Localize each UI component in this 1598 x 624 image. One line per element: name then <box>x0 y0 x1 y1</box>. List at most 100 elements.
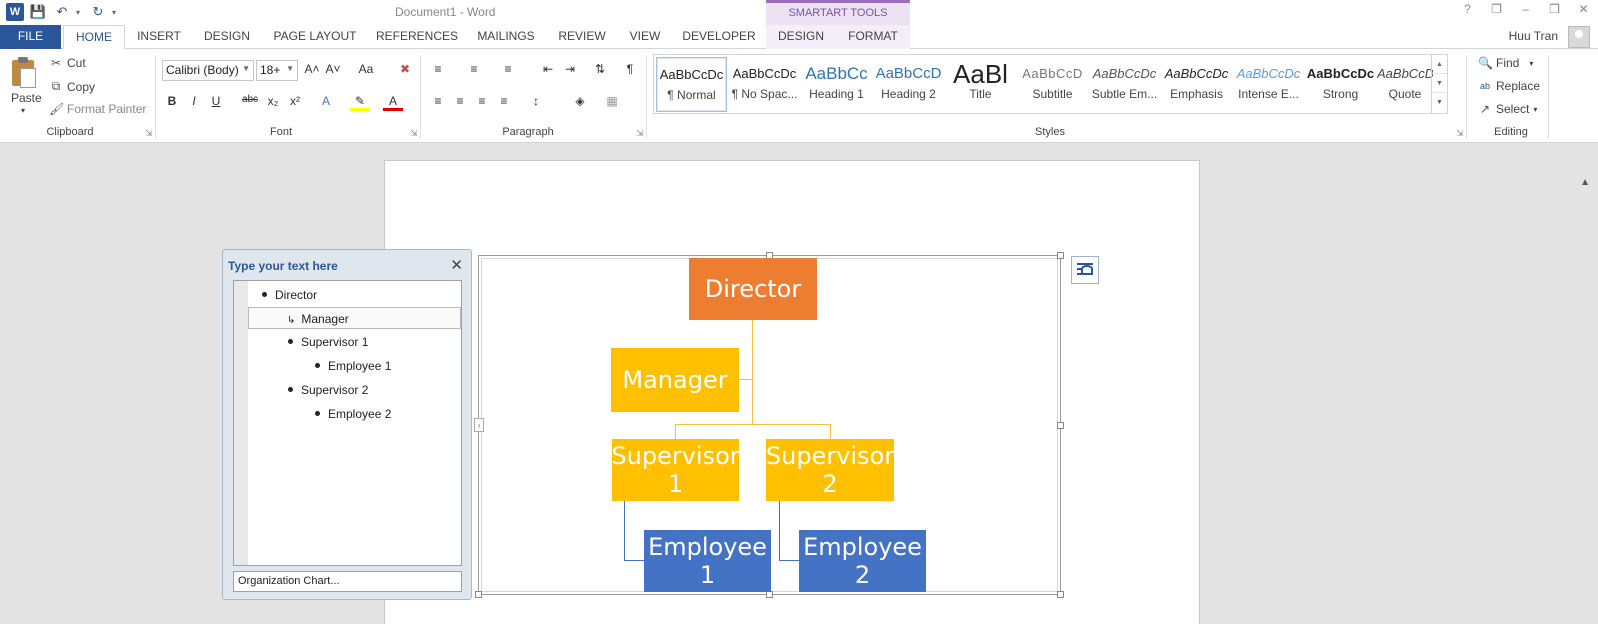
tab-design[interactable]: DESIGN <box>196 25 258 49</box>
scroll-down-icon[interactable]: ▼ <box>1432 74 1447 93</box>
style-title[interactable]: AaBl Title <box>945 57 1016 112</box>
italic-button[interactable]: I <box>184 94 204 108</box>
style-intense-emphasis[interactable]: AaBbCcDc Intense E... <box>1233 57 1304 112</box>
redo-icon[interactable]: ↻ <box>88 3 108 21</box>
font-family-select[interactable]: Calibri (Body) ▼ <box>162 60 254 81</box>
superscript-button[interactable]: x² <box>285 94 305 108</box>
tab-insert[interactable]: INSERT <box>131 25 187 49</box>
style-heading-2[interactable]: AaBbCcD Heading 2 <box>873 57 944 112</box>
word-logo-icon[interactable]: W <box>6 3 24 21</box>
undo-icon[interactable]: ↶ <box>52 3 72 21</box>
style-subtle-emphasis[interactable]: AaBbCcDc Subtle Em... <box>1089 57 1160 112</box>
undo-dropdown-icon[interactable]: ▾ <box>76 8 84 17</box>
align-right-icon[interactable]: ≡ <box>472 94 492 108</box>
close-window-icon[interactable]: ✕ <box>1569 2 1598 16</box>
node-employee-2[interactable]: Employee 2 <box>799 530 926 592</box>
borders-icon[interactable]: ▦ <box>602 94 622 108</box>
change-case-button[interactable]: Aa <box>352 62 380 76</box>
customize-qat-icon[interactable]: ▾ <box>112 8 120 17</box>
numbering-icon[interactable]: ≡ <box>464 62 484 76</box>
increase-indent-icon[interactable]: ⇥ <box>560 62 580 76</box>
copy-button[interactable]: ⧉ Copy <box>49 79 95 94</box>
list-item[interactable]: Employee 2 <box>248 403 461 425</box>
resize-handle-bottom[interactable] <box>766 591 773 598</box>
collapse-ribbon-icon[interactable]: ▲ <box>1580 177 1590 188</box>
paste-button[interactable]: Paste <box>11 91 42 105</box>
styles-launcher-icon[interactable]: ⇲ <box>1456 128 1464 139</box>
list-item[interactable]: Director <box>248 284 461 306</box>
align-left-icon[interactable]: ≡ <box>428 94 448 108</box>
grow-font-button[interactable]: A˄ <box>302 62 322 76</box>
clipboard-launcher-icon[interactable]: ⇲ <box>145 128 153 139</box>
font-color-button[interactable]: A <box>383 94 403 111</box>
styles-scroll[interactable]: ▲ ▼ ▼ <box>1431 55 1447 113</box>
find-button[interactable]: 🔍 Find ▾ <box>1478 56 1533 70</box>
style-heading-1[interactable]: AaBbCc Heading 1 <box>801 57 872 112</box>
sort-icon[interactable]: ⇅ <box>590 62 610 76</box>
clear-formatting-icon[interactable]: ✖ <box>395 62 415 76</box>
strikethrough-button[interactable]: abc <box>240 94 260 105</box>
subscript-button[interactable]: x₂ <box>263 94 283 108</box>
style-emphasis[interactable]: AaBbCcDc Emphasis <box>1161 57 1232 112</box>
list-item[interactable]: Supervisor 2 <box>248 379 461 401</box>
text-pane-list[interactable]: Director ↳ Manager Supervisor 1 Employee … <box>233 280 462 566</box>
line-spacing-icon[interactable]: ↕ <box>526 94 546 108</box>
shrink-font-button[interactable]: A˅ <box>323 62 343 76</box>
tab-file[interactable]: FILE <box>0 25 61 49</box>
text-pane-toggle-icon[interactable]: › <box>474 418 484 432</box>
tab-home[interactable]: HOME <box>63 25 125 49</box>
bold-button[interactable]: B <box>162 94 182 108</box>
node-supervisor-2[interactable]: Supervisor 2 <box>766 439 894 501</box>
decrease-indent-icon[interactable]: ⇤ <box>538 62 558 76</box>
tab-smartart-format[interactable]: FORMAT <box>836 25 910 49</box>
multilevel-list-icon[interactable]: ≡ <box>498 62 518 76</box>
style-no-spacing[interactable]: AaBbCcDc ¶ No Spac... <box>729 57 800 112</box>
tab-page-layout[interactable]: PAGE LAYOUT <box>268 25 362 49</box>
format-painter-button[interactable]: 🖌 Format Painter <box>49 102 146 116</box>
node-employee-1[interactable]: Employee 1 <box>644 530 771 592</box>
style-subtitle[interactable]: AaBbCcD Subtitle <box>1017 57 1088 112</box>
paste-dropdown-icon[interactable]: ▾ <box>21 106 25 115</box>
layout-options-icon[interactable] <box>1071 256 1099 284</box>
close-icon[interactable]: ✕ <box>450 256 463 274</box>
resize-handle-right[interactable] <box>1057 422 1064 429</box>
help-icon[interactable]: ? <box>1453 2 1482 16</box>
style-quote[interactable]: AaBbCcDcQuote <box>1377 57 1433 112</box>
paste-icon[interactable] <box>12 56 38 88</box>
restore-icon[interactable]: ❒ <box>1540 2 1569 16</box>
paragraph-launcher-icon[interactable]: ⇲ <box>636 128 644 139</box>
node-director[interactable]: Director <box>689 258 817 320</box>
tab-smartart-design[interactable]: DESIGN <box>766 25 836 49</box>
resize-handle-top-right[interactable] <box>1057 252 1064 259</box>
node-manager[interactable]: Manager <box>611 348 739 412</box>
replace-button[interactable]: ab Replace <box>1478 79 1540 93</box>
save-icon[interactable]: 💾 <box>28 3 48 21</box>
tab-mailings[interactable]: MAILINGS <box>470 25 542 49</box>
align-center-icon[interactable]: ≡ <box>450 94 470 108</box>
tab-references[interactable]: REFERENCES <box>372 25 462 49</box>
node-supervisor-1[interactable]: Supervisor 1 <box>611 439 740 501</box>
avatar[interactable] <box>1568 26 1590 48</box>
user-account[interactable]: Huu Tran <box>1509 29 1558 43</box>
shading-icon[interactable]: ◈ <box>570 94 590 108</box>
style-normal[interactable]: AaBbCcDc ¶ Normal <box>656 57 727 112</box>
list-item[interactable]: ↳ Manager <box>248 307 461 329</box>
list-item[interactable]: Employee 1 <box>248 355 461 377</box>
tab-developer[interactable]: DEVELOPER <box>678 25 760 49</box>
style-strong[interactable]: AaBbCcDc Strong <box>1305 57 1376 112</box>
resize-handle-bottom-left[interactable] <box>475 591 482 598</box>
select-button[interactable]: ↗ Select ▾ <box>1478 102 1537 116</box>
list-item[interactable]: Supervisor 1 <box>248 331 461 353</box>
resize-handle-bottom-right[interactable] <box>1057 591 1064 598</box>
underline-button[interactable]: U <box>206 94 226 108</box>
tab-view[interactable]: VIEW <box>622 25 668 49</box>
text-effects-button[interactable]: A <box>316 94 336 108</box>
scroll-up-icon[interactable]: ▲ <box>1432 55 1447 74</box>
minimize-icon[interactable]: – <box>1511 2 1540 16</box>
bullets-icon[interactable]: ≡ <box>428 62 448 76</box>
font-launcher-icon[interactable]: ⇲ <box>410 128 418 139</box>
more-styles-icon[interactable]: ▼ <box>1432 93 1447 112</box>
show-marks-button[interactable]: ¶ <box>620 62 640 76</box>
cut-button[interactable]: ✂ Cut <box>49 56 86 70</box>
highlight-icon[interactable]: ✎ <box>350 94 370 111</box>
